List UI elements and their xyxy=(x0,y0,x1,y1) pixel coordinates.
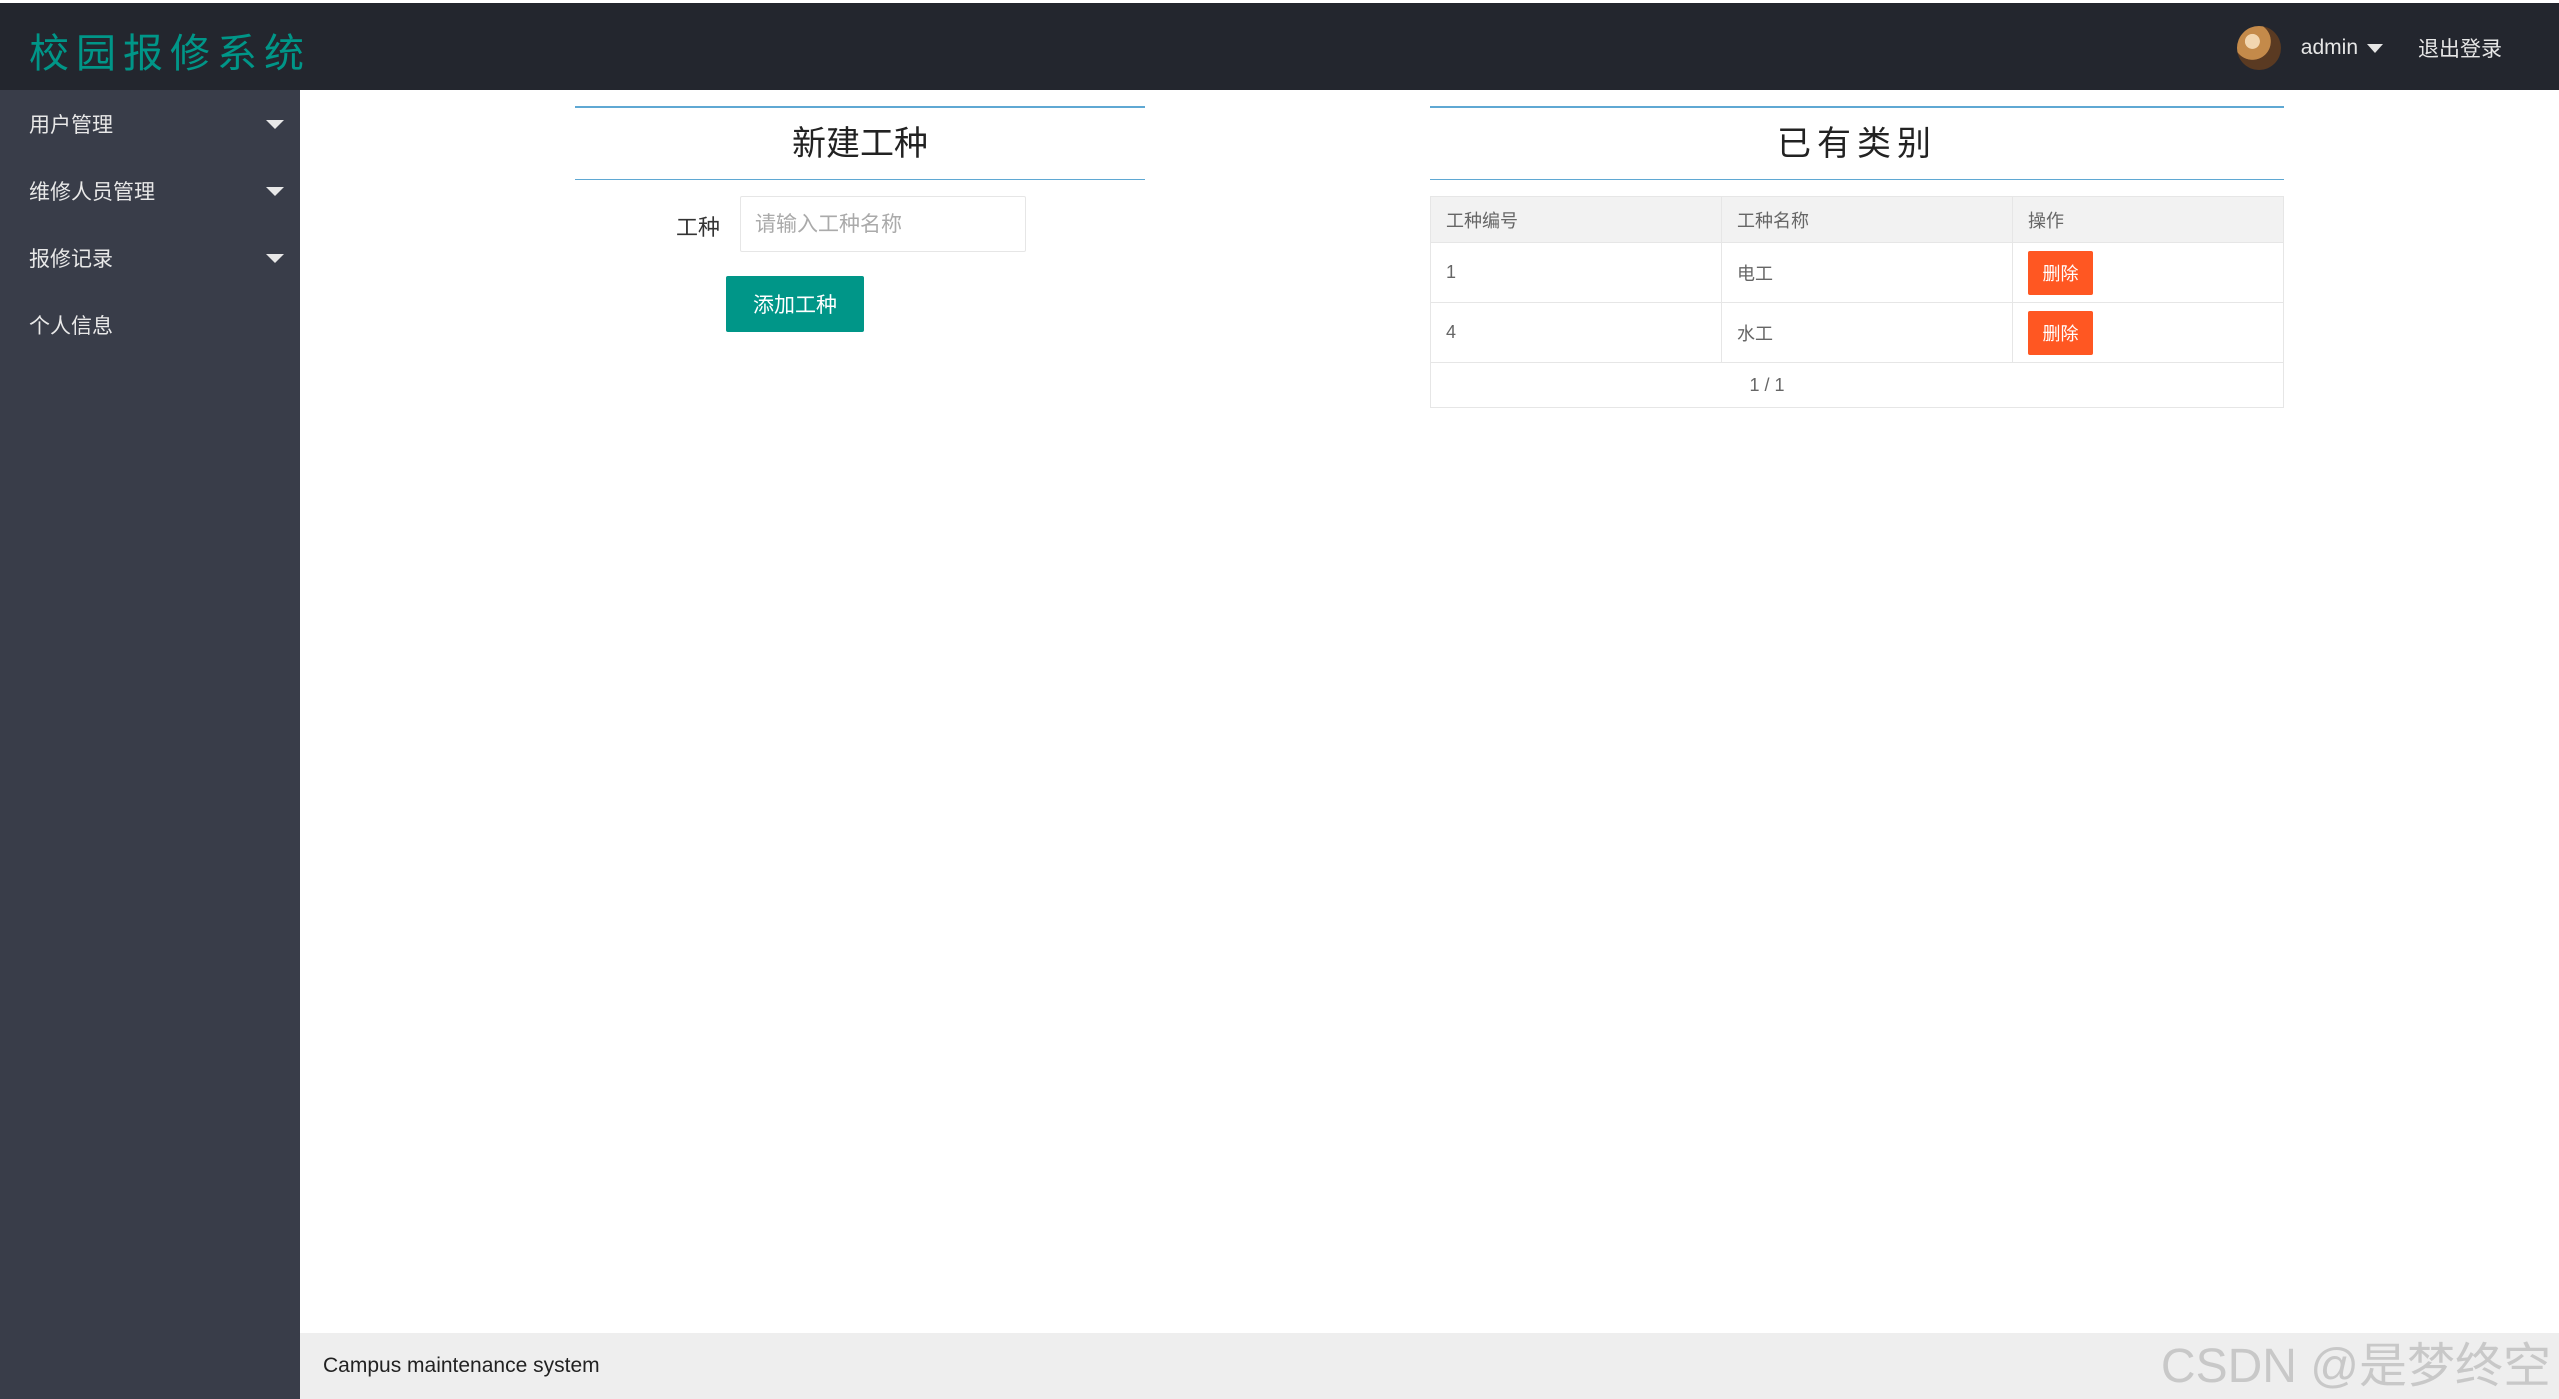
pagination-row: 1 / 1 xyxy=(1430,362,2284,408)
sidebar-item-repair-records[interactable]: 报修记录 xyxy=(0,224,300,291)
footer-text: Campus maintenance system xyxy=(323,1354,600,1377)
username-label: admin xyxy=(2300,36,2358,59)
add-job-type-button[interactable]: 添加工种 xyxy=(726,276,864,332)
table-row: 4 水工 删除 xyxy=(1430,302,2284,363)
pagination-indicator: 1 / 1 xyxy=(1430,362,2284,408)
chevron-down-icon xyxy=(266,120,284,129)
job-type-table: 工种编号 工种名称 操作 1 电工 删除 4 水工 删除 1 / 1 xyxy=(1430,196,2284,408)
chevron-down-icon xyxy=(2367,43,2383,53)
sidebar-item-label: 个人信息 xyxy=(29,313,113,338)
cell-action: 删除 xyxy=(2012,242,2284,303)
page-footer: Campus maintenance system xyxy=(300,1333,2559,1399)
logout-link[interactable]: 退出登录 xyxy=(2418,33,2502,63)
sidebar-item-label: 用户管理 xyxy=(29,112,113,137)
delete-button[interactable]: 删除 xyxy=(2028,310,2093,355)
chevron-down-icon xyxy=(266,254,284,263)
chevron-down-icon xyxy=(266,187,284,196)
cell-id: 1 xyxy=(1430,242,1722,303)
sidebar-item-label: 维修人员管理 xyxy=(29,179,155,204)
app-brand: 校园报修系统 xyxy=(29,31,311,77)
column-header-id: 工种编号 xyxy=(1430,196,1722,243)
column-header-action: 操作 xyxy=(2012,196,2284,243)
column-header-name: 工种名称 xyxy=(1721,196,2013,243)
table-row: 1 电工 删除 xyxy=(1430,242,2284,303)
sidebar-item-profile[interactable]: 个人信息 xyxy=(0,291,300,358)
cell-action: 删除 xyxy=(2012,302,2284,363)
sidebar-item-label: 报修记录 xyxy=(29,246,113,271)
sidebar-item-user-management[interactable]: 用户管理 xyxy=(0,90,300,157)
delete-button[interactable]: 删除 xyxy=(2028,250,2093,295)
user-area: admin 退出登录 xyxy=(2236,3,2559,93)
user-menu[interactable]: admin xyxy=(2301,36,2383,60)
cell-name: 电工 xyxy=(1721,242,2013,303)
job-type-label: 工种 xyxy=(676,216,721,241)
sidebar-nav: 用户管理 维修人员管理 报修记录 个人信息 xyxy=(0,90,300,1399)
cell-name: 水工 xyxy=(1721,302,2013,363)
sidebar-item-repairman-management[interactable]: 维修人员管理 xyxy=(0,157,300,224)
cell-id: 4 xyxy=(1430,302,1722,363)
user-avatar[interactable] xyxy=(2236,26,2281,70)
job-type-input[interactable] xyxy=(740,196,1026,252)
list-panel-title: 已有类别 xyxy=(1430,106,2284,180)
table-header-row: 工种编号 工种名称 操作 xyxy=(1430,196,2284,243)
create-panel-title: 新建工种 xyxy=(575,106,1145,180)
top-header: 校园报修系统 admin 退出登录 xyxy=(0,0,2559,90)
